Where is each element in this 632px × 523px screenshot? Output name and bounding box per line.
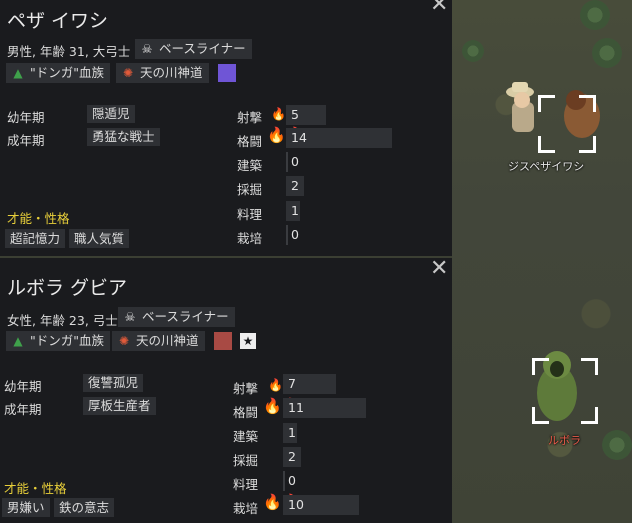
skill-construction-label: 建築: [233, 429, 259, 444]
character-card-1: ✕ ペザ イワシ 男性, 年齢 31, 大弓士 ☠ ベースライナー ▲ "ドンガ"血…: [0, 0, 452, 256]
map-pawn-label[interactable]: ルボラ: [548, 432, 581, 448]
traits-header: 才能・性格: [4, 481, 67, 496]
bush: [462, 40, 484, 62]
trait-chip[interactable]: 鉄の意志: [54, 498, 115, 517]
skill-mining-bar[interactable]: 2: [283, 447, 301, 467]
ideology-sun-icon: ✺: [118, 334, 130, 348]
skill-cooking-bar[interactable]: 0: [283, 471, 303, 491]
ideology-chip[interactable]: ✺ 天の川神道: [116, 63, 209, 83]
childhood-label: 幼年期: [4, 379, 42, 394]
ideology-label: 天の川神道: [136, 333, 199, 348]
skill-shooting-bar[interactable]: 7: [283, 374, 336, 394]
skill-plants-label: 栽培: [237, 231, 263, 246]
skill-melee-bar[interactable]: 14: [286, 128, 392, 148]
skill-plants-label: 栽培: [233, 501, 259, 516]
childhood-label: 幼年期: [7, 110, 45, 125]
xenotype-label: ベースライナー: [159, 41, 246, 56]
ideology-label: 天の川神道: [140, 65, 203, 80]
bush: [580, 0, 610, 30]
favorite-color-swatch[interactable]: [214, 332, 232, 350]
skill-melee-label: 格闘: [233, 405, 259, 420]
skill-construction-bar[interactable]: 1: [283, 423, 297, 443]
character-card-2: ✕ ルボラ グビア 女性, 年齢 23, 弓士 ☠ ベースライナー ▲ "ドンガ"血…: [0, 258, 452, 523]
ideology-sun-icon: ✺: [122, 66, 134, 80]
skull-icon: ☠: [124, 310, 136, 324]
pawn-info: 男性, 年齢 31, 大弓士: [7, 44, 131, 59]
adulthood-backstory[interactable]: 厚板生産者: [83, 397, 156, 415]
skill-shooting-label: 射撃: [233, 381, 259, 396]
skill-cooking-bar[interactable]: 1: [286, 201, 300, 221]
pawn-info: 女性, 年齢 23, 弓士: [7, 313, 118, 328]
skill-mining-label: 採掘: [233, 453, 259, 468]
faction-label: "ドンガ"血族: [30, 65, 104, 80]
selection-bracket: [532, 358, 598, 424]
skill-mining-label: 採掘: [237, 182, 263, 197]
trait-chip[interactable]: 超記憶力: [5, 229, 66, 248]
skill-plants-bar[interactable]: 0: [286, 225, 306, 245]
faction-arrow-icon: ▲: [13, 66, 23, 80]
skill-melee-label: 格闘: [237, 134, 263, 149]
favorite-color-swatch[interactable]: [218, 64, 236, 82]
skill-cooking-label: 料理: [237, 207, 263, 222]
skill-shooting-bar[interactable]: 5: [286, 105, 326, 125]
skill-plants-bar[interactable]: 10: [283, 495, 359, 515]
star-badge-icon[interactable]: ★: [240, 333, 256, 349]
flame-icon: 🔥: [271, 107, 286, 121]
adulthood-backstory[interactable]: 勇猛な戦士: [87, 128, 160, 146]
close-icon[interactable]: ✕: [430, 0, 448, 16]
xenotype-chip[interactable]: ☠ ベースライナー: [135, 39, 252, 59]
skill-mining-bar[interactable]: 2: [286, 176, 304, 196]
ideology-chip[interactable]: ✺ 天の川神道: [112, 331, 205, 351]
traits-header: 才能・性格: [7, 211, 70, 226]
faction-chip[interactable]: ▲ "ドンガ"血族: [6, 331, 110, 351]
xenotype-chip[interactable]: ☠ ベースライナー: [118, 307, 235, 327]
skill-construction-label: 建築: [237, 158, 263, 173]
faction-label: "ドンガ"血族: [30, 333, 104, 348]
world-map[interactable]: ジスペザイワシ ルボラ: [452, 0, 632, 523]
flame-icon: 🔥: [268, 378, 283, 392]
adulthood-label: 成年期: [7, 133, 45, 148]
childhood-backstory[interactable]: 復讐孤児: [83, 374, 144, 392]
skull-icon: ☠: [141, 42, 153, 56]
faction-chip[interactable]: ▲ "ドンガ"血族: [6, 63, 110, 83]
trait-chip[interactable]: 男嫌い: [2, 498, 50, 517]
pawn-name[interactable]: ペザ イワシ: [7, 6, 108, 33]
xenotype-label: ベースライナー: [142, 309, 229, 324]
faction-arrow-icon: ▲: [13, 334, 23, 348]
skill-shooting-label: 射撃: [237, 110, 263, 125]
map-pawn-label[interactable]: ジスペザイワシ: [508, 158, 584, 174]
skill-construction-bar[interactable]: 0: [286, 152, 306, 172]
trait-chip[interactable]: 職人気質: [69, 229, 130, 248]
skill-cooking-label: 料理: [233, 477, 259, 492]
close-icon[interactable]: ✕: [430, 258, 448, 280]
adulthood-label: 成年期: [4, 402, 42, 417]
bush: [592, 38, 622, 68]
selection-bracket: [538, 95, 596, 153]
pawn-name[interactable]: ルボラ グビア: [7, 273, 127, 300]
bush: [602, 430, 632, 460]
skill-melee-bar[interactable]: 11: [283, 398, 366, 418]
childhood-backstory[interactable]: 隠遁児: [87, 105, 135, 123]
